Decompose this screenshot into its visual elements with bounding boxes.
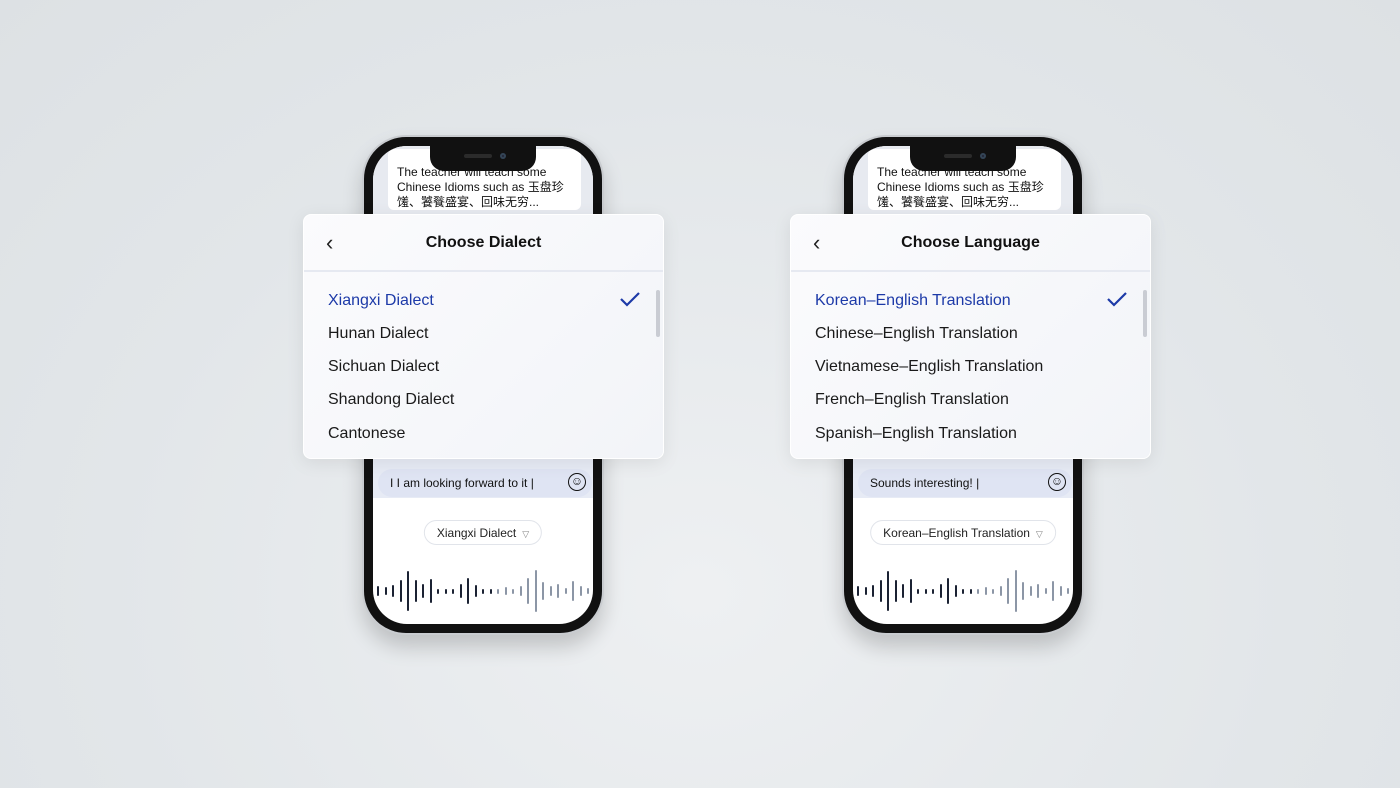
waveform-bar	[879, 580, 882, 602]
waveform-bar	[924, 588, 927, 594]
waveform-bar	[954, 585, 957, 597]
waveform-bar	[902, 584, 904, 598]
scrollbar[interactable]	[656, 290, 660, 337]
audio-waveform	[377, 569, 589, 613]
option-cantonese[interactable]: Cantonese	[328, 425, 405, 443]
waveform-bar	[549, 586, 552, 596]
waveform-bar	[504, 587, 507, 595]
waveform-bar	[437, 588, 439, 594]
camera-icon	[500, 153, 506, 159]
option-vietnamese-english[interactable]: Vietnamese–English Translation	[815, 358, 1043, 376]
option-chinese-english[interactable]: Chinese–English Translation	[815, 325, 1018, 343]
option-xiangxi-dialect[interactable]: Xiangxi Dialect	[328, 292, 434, 310]
waveform-bar	[444, 588, 447, 594]
waveform-bar	[527, 578, 529, 604]
notch	[430, 146, 536, 171]
waveform-bar	[542, 582, 544, 600]
waveform-bar	[917, 588, 919, 594]
smiley-icon[interactable]: ☺	[1048, 473, 1066, 491]
waveform-bar	[467, 578, 469, 604]
waveform-bar	[872, 585, 874, 597]
camera-icon	[980, 153, 986, 159]
option-hunan-dialect[interactable]: Hunan Dialect	[328, 325, 429, 343]
waveform-bar	[857, 586, 859, 596]
smiley-icon[interactable]: ☺	[568, 473, 586, 491]
waveform-bar	[572, 581, 574, 601]
waveform-bar	[474, 585, 477, 597]
waveform-bar	[962, 588, 964, 594]
waveform-bar	[377, 586, 379, 596]
dialect-mockup: The teacher will teach some Chinese Idio…	[303, 135, 665, 645]
waveform-bar	[459, 584, 462, 598]
waveform-bar	[1014, 570, 1017, 612]
waveform-bar	[564, 588, 567, 594]
selector-label: Xiangxi Dialect	[436, 526, 517, 540]
waveform-bar	[1059, 586, 1062, 596]
language-selector[interactable]: Korean–English Translation ▽	[870, 520, 1056, 545]
option-sichuan-dialect[interactable]: Sichuan Dialect	[328, 358, 439, 376]
waveform-bar	[999, 586, 1002, 596]
waveform-bar	[932, 588, 934, 594]
waveform-bar	[512, 588, 514, 594]
waveform-bar	[399, 580, 402, 602]
waveform-bar	[984, 587, 987, 595]
scrollbar[interactable]	[1143, 290, 1147, 337]
waveform-bar	[557, 584, 559, 598]
choose-dialect-panel: ‹ Choose Dialect Xiangxi Dialect Hunan Di…	[303, 214, 664, 459]
waveform-bar	[992, 588, 994, 594]
chevron-down-icon: ▽	[1035, 529, 1043, 539]
option-spanish-english[interactable]: Spanish–English Translation	[815, 425, 1017, 443]
waveform-bar	[587, 588, 589, 594]
waveform-bar	[977, 588, 979, 594]
waveform-bar	[384, 587, 387, 595]
waveform-bar	[947, 578, 949, 604]
waveform-bar	[489, 588, 492, 594]
waveform-bar	[1007, 578, 1009, 604]
waveform-bar	[482, 588, 484, 594]
waveform-bar	[939, 584, 942, 598]
waveform-bar	[1029, 586, 1032, 596]
language-mockup: The teacher will teach some Chinese Idio…	[790, 135, 1152, 645]
waveform-bar	[534, 570, 537, 612]
waveform-bar	[392, 585, 394, 597]
waveform-bar	[969, 588, 972, 594]
chevron-down-icon: ▽	[522, 529, 530, 539]
option-shandong-dialect[interactable]: Shandong Dialect	[328, 391, 454, 409]
panel-title: Choose Language	[901, 234, 1040, 251]
panel-title: Choose Dialect	[425, 234, 542, 251]
selector-label: Korean–English Translation	[883, 526, 1030, 540]
waveform-bar	[909, 579, 912, 603]
message-input[interactable]: Sounds interesting! | ☺	[858, 469, 1072, 497]
message-input[interactable]: I I am looking forward to it | ☺	[378, 469, 592, 497]
waveform-bar	[422, 584, 424, 598]
waveform-bar	[887, 571, 889, 611]
waveform-bar	[1052, 581, 1054, 601]
option-korean-english[interactable]: Korean–English Translation	[815, 292, 1011, 310]
waveform-bar	[1022, 582, 1024, 600]
input-value: I I am looking forward to it |	[390, 476, 534, 490]
waveform-bar	[519, 586, 522, 596]
audio-waveform	[857, 569, 1069, 613]
notch	[910, 146, 1016, 171]
waveform-bar	[579, 586, 582, 596]
choose-language-panel: ‹ Choose Language Korean–English Translat…	[790, 214, 1151, 459]
waveform-bar	[407, 571, 409, 611]
checkmark-icon	[1107, 292, 1127, 307]
waveform-bar	[452, 588, 454, 594]
option-french-english[interactable]: French–English Translation	[815, 391, 1009, 409]
waveform-bar	[1044, 588, 1047, 594]
waveform-bar	[429, 579, 432, 603]
waveform-bar	[1037, 584, 1039, 598]
waveform-bar	[864, 587, 867, 595]
waveform-bar	[894, 580, 897, 602]
waveform-bar	[497, 588, 499, 594]
checkmark-icon	[620, 292, 640, 307]
dialect-selector[interactable]: Xiangxi Dialect ▽	[423, 520, 543, 545]
waveform-bar	[1067, 588, 1069, 594]
waveform-bar	[414, 580, 417, 602]
input-value: Sounds interesting! |	[870, 476, 980, 490]
